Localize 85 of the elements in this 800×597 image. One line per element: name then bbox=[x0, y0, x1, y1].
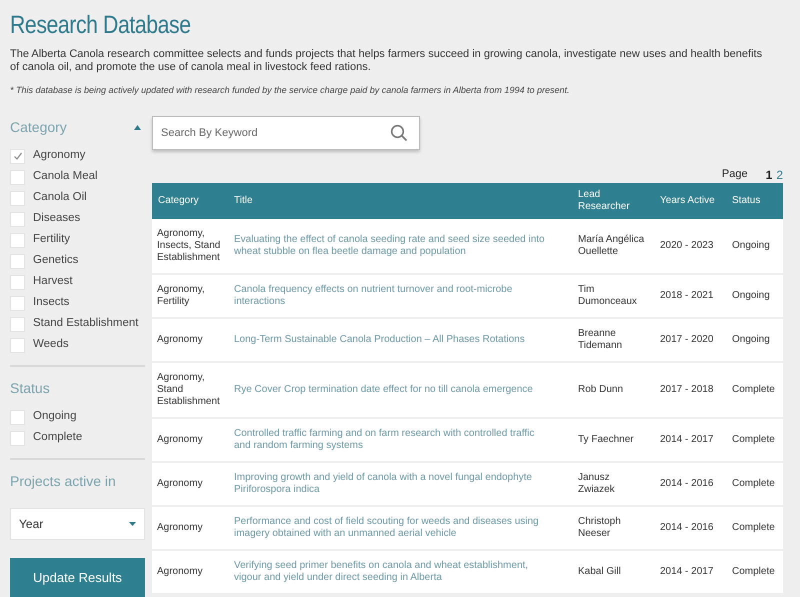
checkbox[interactable] bbox=[10, 410, 25, 424]
year-select[interactable]: Year bbox=[10, 508, 145, 540]
column-header: Status bbox=[726, 182, 783, 218]
update-results-button[interactable]: Update Results bbox=[10, 558, 145, 597]
checkbox[interactable] bbox=[10, 316, 25, 332]
column-header: Lead Researcher bbox=[572, 182, 654, 218]
table-cell: María Angélica Ouellette bbox=[572, 218, 654, 274]
table-cell: Ongoing bbox=[726, 218, 783, 274]
search-icon[interactable] bbox=[390, 124, 408, 142]
checkbox[interactable] bbox=[10, 212, 25, 226]
table-cell: Breanne Tidemann bbox=[572, 318, 654, 362]
table-cell: 2014 - 2016 bbox=[654, 506, 726, 550]
checkbox[interactable] bbox=[10, 148, 25, 164]
search-field[interactable]: Search By Keyword bbox=[152, 116, 420, 150]
intro-paragraph: The Alberta Canola research committee selects and funds projects that helps farmers succeed in growing canola, investigate new uses and health benefits of canola oil, and promote the use of canola meal in livestock feed rations. bbox=[10, 48, 764, 74]
checkbox-label: Complete bbox=[33, 430, 82, 446]
table-cell: Complete bbox=[726, 550, 783, 594]
checkbox[interactable] bbox=[10, 170, 25, 184]
table-cell: 2014 - 2017 bbox=[654, 418, 726, 462]
table-cell: 2014 - 2017 bbox=[654, 550, 726, 594]
page-link[interactable]: 1 bbox=[766, 166, 772, 184]
column-header: Category bbox=[152, 182, 228, 218]
filter-heading: Category bbox=[10, 118, 67, 137]
table-cell: Ongoing bbox=[726, 274, 783, 318]
project-title-link[interactable]: Verifying seed primer benefits on canola and wheat establishment, vigour and yield under direct seeding in Alberta bbox=[234, 560, 566, 584]
project-title-link[interactable]: Canola frequency effects on nutrient turnover and root-microbe interactions bbox=[234, 284, 566, 308]
checkbox-label: Stand Establishment bbox=[33, 316, 138, 332]
table-cell: 2018 - 2021 bbox=[654, 274, 726, 318]
table-cell: Ongoing bbox=[726, 318, 783, 362]
column-header: Years Active bbox=[654, 182, 726, 218]
page-title: Research Database bbox=[10, 10, 191, 41]
filter-heading: Status bbox=[10, 380, 50, 396]
table-cell: Complete bbox=[726, 362, 783, 418]
table-cell: Rob Dunn bbox=[572, 362, 654, 418]
table-cell: Agronomy, Stand Establishment bbox=[152, 362, 228, 418]
checkbox-label: Diseases bbox=[33, 211, 80, 226]
checkbox-label: Agronomy bbox=[33, 148, 86, 164]
caret-down-icon bbox=[129, 522, 136, 526]
note-text: * This database is being actively updated with research funded by the service charge paid by canola farmers in Alberta from 1994 to present. bbox=[10, 84, 570, 97]
table-cell: Christoph Neeser bbox=[572, 506, 654, 550]
table-cell: Complete bbox=[726, 506, 783, 550]
table-cell: 2014 - 2016 bbox=[654, 462, 726, 506]
checkbox-label: Fertility bbox=[33, 232, 70, 248]
project-title-link[interactable]: Rye Cover Crop termination date effect for no till canola emergence bbox=[234, 384, 566, 396]
project-title-link[interactable]: Evaluating the effect of canola seeding rate and seed size seeded into wheat stubble on flea beetle damage and population bbox=[234, 234, 566, 258]
table-cell: 2017 - 2020 bbox=[654, 318, 726, 362]
page-link[interactable]: 2 bbox=[776, 166, 783, 184]
project-title-link[interactable]: Performance and cost of field scouting for weeds and diseases using imagery obtained with an unmanned aerial vehicle bbox=[234, 516, 566, 540]
checkbox-label: Canola Meal bbox=[33, 169, 98, 184]
table-cell: Agronomy, Fertility bbox=[152, 274, 228, 318]
table-cell: Agronomy bbox=[152, 506, 228, 550]
checkbox[interactable] bbox=[10, 338, 25, 352]
table-cell: Agronomy bbox=[152, 318, 228, 362]
table-cell: 2017 - 2018 bbox=[654, 362, 726, 418]
table-cell: Agronomy bbox=[152, 418, 228, 462]
table-cell: Agronomy bbox=[152, 550, 228, 594]
checkbox[interactable] bbox=[10, 190, 25, 206]
table-cell: Tim Dumonceaux bbox=[572, 274, 654, 318]
table-cell: Complete bbox=[726, 418, 783, 462]
checkbox-label: Harvest bbox=[33, 274, 73, 290]
checkbox[interactable] bbox=[10, 274, 25, 290]
checkbox-label: Canola Oil bbox=[33, 190, 87, 206]
checkbox-label: Ongoing bbox=[33, 409, 76, 424]
column-header: Title bbox=[228, 182, 572, 218]
project-title-link[interactable]: Controlled traffic farming and on farm research with controlled traffic and random farming systems bbox=[234, 428, 566, 452]
caret-icon[interactable] bbox=[134, 125, 141, 130]
checkbox-label: Genetics bbox=[33, 253, 78, 268]
table-cell: Janusz Zwiazek bbox=[572, 462, 654, 506]
table-cell: 2020 - 2023 bbox=[654, 218, 726, 274]
check-icon bbox=[12, 151, 22, 161]
table-cell: Ty Faechner bbox=[572, 418, 654, 462]
checkbox[interactable] bbox=[10, 430, 25, 446]
project-title-link[interactable]: Improving growth and yield of canola with a novel fungal endophyte Piriforospora indica bbox=[234, 472, 566, 496]
table-cell: Agronomy, Insects, Stand Establishment bbox=[152, 218, 228, 274]
table-cell: Agronomy bbox=[152, 462, 228, 506]
project-title-link[interactable]: Long-Term Sustainable Canola Production – All Phases Rotations bbox=[234, 334, 566, 346]
page-label: Page bbox=[722, 167, 748, 182]
checkbox-label: Insects bbox=[33, 295, 70, 310]
checkbox[interactable] bbox=[10, 232, 25, 248]
checkbox-label: Weeds bbox=[33, 337, 69, 352]
table-cell: Complete bbox=[726, 462, 783, 506]
table-cell: Kabal Gill bbox=[572, 550, 654, 594]
checkbox[interactable] bbox=[10, 296, 25, 310]
filter-heading: Projects active in bbox=[10, 472, 116, 488]
checkbox[interactable] bbox=[10, 254, 25, 268]
